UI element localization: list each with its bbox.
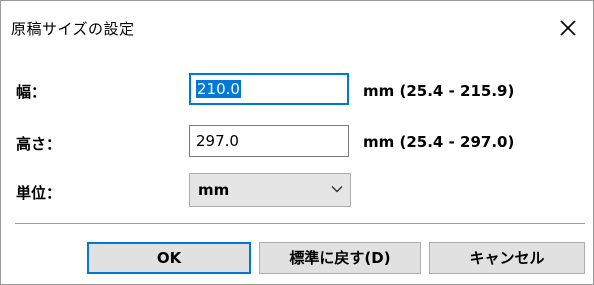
unit-select-value: mm bbox=[198, 181, 230, 199]
width-input-value: 210.0 bbox=[196, 80, 241, 98]
width-label: 幅： bbox=[16, 83, 47, 101]
paper-size-dialog: 原稿サイズの設定 幅： 210.0 mm (25.4 - 215.9) 高さ： … bbox=[0, 0, 594, 285]
restore-defaults-button[interactable]: 標準に戻す(D) bbox=[259, 242, 421, 274]
unit-label: 単位： bbox=[16, 184, 62, 202]
close-button[interactable] bbox=[555, 15, 581, 41]
close-icon bbox=[560, 20, 576, 36]
width-range: mm (25.4 - 215.9) bbox=[363, 82, 515, 100]
cancel-button[interactable]: キャンセル bbox=[429, 242, 585, 274]
height-range: mm (25.4 - 297.0) bbox=[363, 133, 515, 151]
height-input-value: 297.0 bbox=[196, 132, 239, 150]
title-bar: 原稿サイズの設定 bbox=[1, 1, 593, 59]
unit-select[interactable]: mm bbox=[189, 173, 351, 207]
dialog-title: 原稿サイズの設定 bbox=[11, 20, 135, 38]
separator bbox=[15, 223, 585, 224]
ok-button[interactable]: OK bbox=[87, 242, 251, 274]
height-input[interactable]: 297.0 bbox=[189, 125, 349, 157]
chevron-down-icon bbox=[331, 186, 343, 193]
height-label: 高さ： bbox=[16, 135, 62, 153]
width-input[interactable]: 210.0 bbox=[189, 73, 349, 105]
